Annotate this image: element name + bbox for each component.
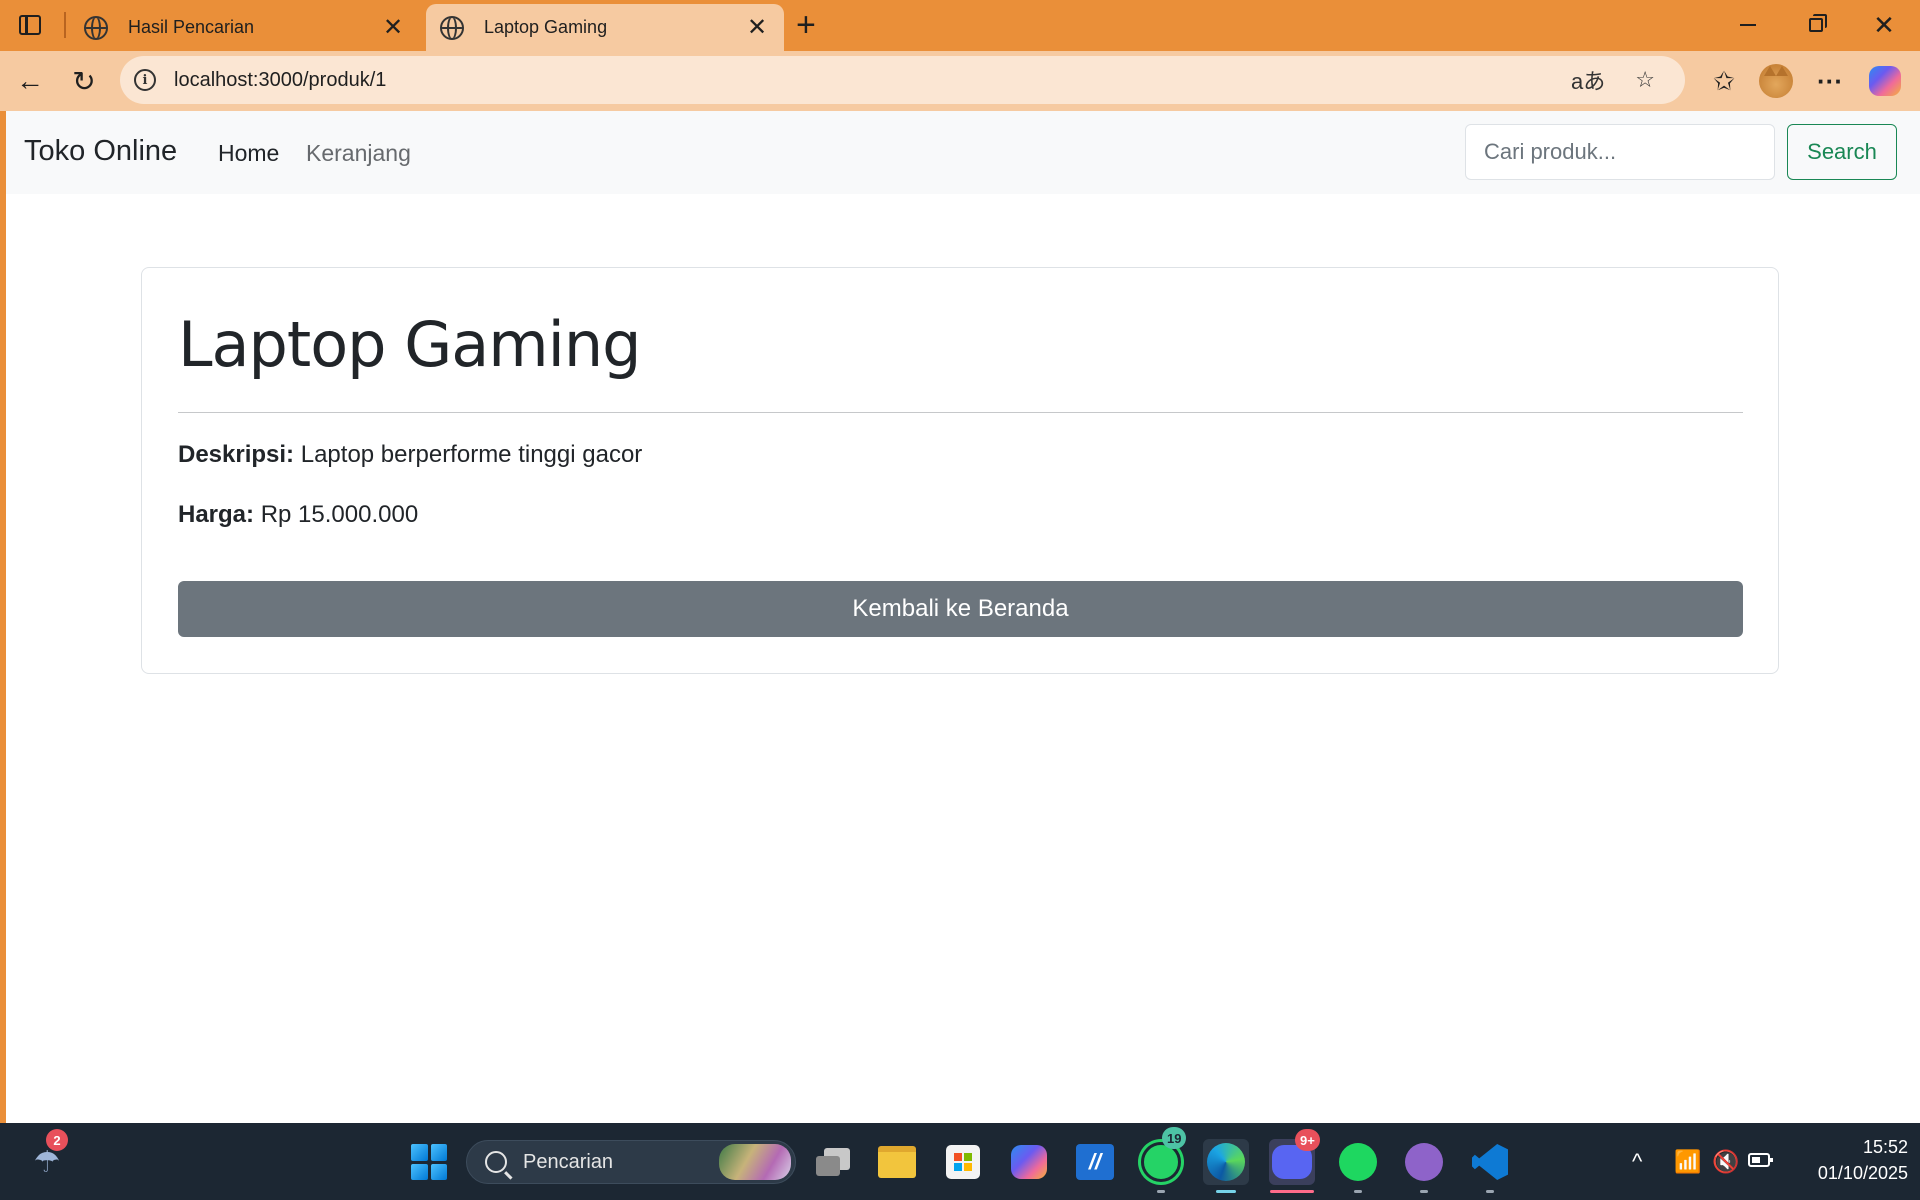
product-title: Laptop Gaming <box>178 308 642 381</box>
microsoft-store-button[interactable] <box>940 1139 986 1185</box>
spotify-icon <box>1339 1143 1377 1181</box>
app-icon: // <box>1076 1144 1114 1180</box>
copilot-icon <box>1869 66 1901 96</box>
reload-button[interactable]: ↻ <box>64 61 104 101</box>
address-bar[interactable]: i localhost:3000/produk/1 aあ ☆ <box>120 56 1685 104</box>
favorite-star-icon[interactable]: ☆ <box>1635 67 1655 93</box>
globe-icon <box>84 15 108 40</box>
restore-button[interactable] <box>1786 8 1846 42</box>
running-indicator <box>1354 1190 1362 1193</box>
globe-icon <box>440 15 464 40</box>
muted-speaker-icon[interactable]: 🔇 <box>1712 1149 1739 1175</box>
github-desktop-button[interactable] <box>1401 1139 1447 1193</box>
product-card: Laptop Gaming Deskripsi: Laptop berperfo… <box>141 267 1779 674</box>
window-close-button[interactable]: ✕ <box>1854 8 1914 42</box>
taskbar-search-box[interactable]: Pencarian <box>466 1140 796 1184</box>
product-description: Deskripsi: Laptop berperforme tinggi gac… <box>178 441 642 469</box>
tab-title: Hasil Pencarian <box>128 17 255 37</box>
discord-button[interactable]: 9+ <box>1269 1129 1320 1193</box>
store-icon <box>946 1145 980 1179</box>
windows-logo-icon <box>411 1144 447 1180</box>
running-indicator <box>1157 1190 1165 1193</box>
windows-taskbar: ☂ 2 Pencarian // 19 9+ ^ 📶 🔇 15:52 01/10… <box>0 1123 1920 1200</box>
running-indicator <box>1216 1190 1236 1193</box>
running-indicator <box>1486 1190 1494 1193</box>
spotify-button[interactable] <box>1335 1139 1381 1193</box>
minimize-button[interactable] <box>1718 8 1778 42</box>
site-info-icon[interactable]: i <box>134 69 156 91</box>
tab-actions-icon <box>19 15 41 35</box>
edge-icon <box>1207 1143 1245 1181</box>
price-label: Harga: <box>178 501 255 528</box>
site-navbar: Toko Online Home Keranjang Search <box>6 111 1920 194</box>
edge-button[interactable] <box>1203 1139 1249 1193</box>
running-indicator <box>1270 1190 1314 1193</box>
restore-icon <box>1809 14 1827 32</box>
tab-actions-button[interactable] <box>14 10 46 40</box>
description-value: Laptop berperforme tinggi gacor <box>300 441 643 468</box>
description-label: Deskripsi: <box>178 441 295 468</box>
pinned-app-button[interactable]: // <box>1072 1139 1118 1185</box>
new-tab-button[interactable]: + <box>796 8 816 42</box>
cat-avatar-icon <box>1759 64 1793 98</box>
task-view-icon <box>816 1148 850 1176</box>
clock-date: 01/10/2025 <box>1817 1163 1908 1183</box>
chevron-up-icon[interactable]: ^ <box>1632 1149 1642 1175</box>
task-view-button[interactable] <box>810 1139 856 1185</box>
divider <box>178 412 1743 413</box>
close-tab-icon[interactable]: ✕ <box>380 15 406 40</box>
back-button[interactable]: ← <box>10 61 50 101</box>
copilot-button[interactable] <box>1866 63 1904 99</box>
search-input[interactable] <box>1465 124 1775 180</box>
folder-icon <box>878 1146 916 1178</box>
start-button[interactable] <box>406 1139 452 1185</box>
tab-separator <box>64 12 66 38</box>
battery-icon[interactable] <box>1748 1149 1773 1167</box>
minimize-icon <box>1740 24 1756 26</box>
navbar-brand[interactable]: Toko Online <box>24 135 177 168</box>
product-price: Harga: Rp 15.000.000 <box>178 501 418 529</box>
github-icon <box>1405 1143 1443 1181</box>
tab-title: Laptop Gaming <box>484 17 608 37</box>
more-options-icon[interactable]: ··· <box>1812 63 1848 99</box>
discord-badge: 9+ <box>1295 1129 1320 1151</box>
weather-badge: 2 <box>46 1129 68 1151</box>
whatsapp-badge: 19 <box>1162 1127 1187 1149</box>
back-to-home-button[interactable]: Kembali ke Beranda <box>178 581 1743 637</box>
tab-laptop-gaming[interactable]: Laptop Gaming ✕ <box>426 4 784 51</box>
copilot-app-button[interactable] <box>1006 1139 1052 1185</box>
web-page: Toko Online Home Keranjang Search Laptop… <box>6 111 1920 1123</box>
nav-link-keranjang[interactable]: Keranjang <box>306 140 411 167</box>
profile-avatar[interactable] <box>1758 63 1794 99</box>
weather-widget[interactable]: ☂ 2 <box>24 1129 70 1185</box>
url-text[interactable]: localhost:3000/produk/1 <box>174 69 1571 92</box>
copilot-icon <box>1011 1145 1047 1179</box>
search-button[interactable]: Search <box>1787 124 1897 180</box>
price-value: Rp 15.000.000 <box>260 501 419 528</box>
whatsapp-button[interactable]: 19 <box>1138 1127 1187 1193</box>
tab-hasil-pencarian[interactable]: Hasil Pencarian ✕ <box>70 4 420 51</box>
browser-title-bar: Hasil Pencarian ✕ Laptop Gaming ✕ + ✕ <box>0 0 1920 51</box>
vscode-button[interactable] <box>1467 1139 1513 1193</box>
running-indicator <box>1420 1190 1428 1193</box>
search-icon <box>485 1151 507 1173</box>
close-tab-icon[interactable]: ✕ <box>744 15 770 40</box>
browser-toolbar: ← ↻ i localhost:3000/produk/1 aあ ☆ ✩ ··· <box>0 51 1920 111</box>
nav-link-home[interactable]: Home <box>218 140 279 167</box>
clock-time: 15:52 <box>1862 1137 1908 1157</box>
file-explorer-button[interactable] <box>874 1139 920 1185</box>
search-highlight-art <box>719 1144 791 1180</box>
favorites-icon[interactable]: ✩ <box>1706 63 1742 99</box>
wifi-icon[interactable]: 📶 <box>1674 1149 1701 1175</box>
taskbar-search-label: Pencarian <box>523 1150 614 1173</box>
system-clock[interactable]: 15:52 01/10/2025 <box>1790 1134 1908 1186</box>
read-aloud-icon[interactable]: aあ <box>1571 64 1605 96</box>
vscode-icon <box>1472 1144 1508 1180</box>
